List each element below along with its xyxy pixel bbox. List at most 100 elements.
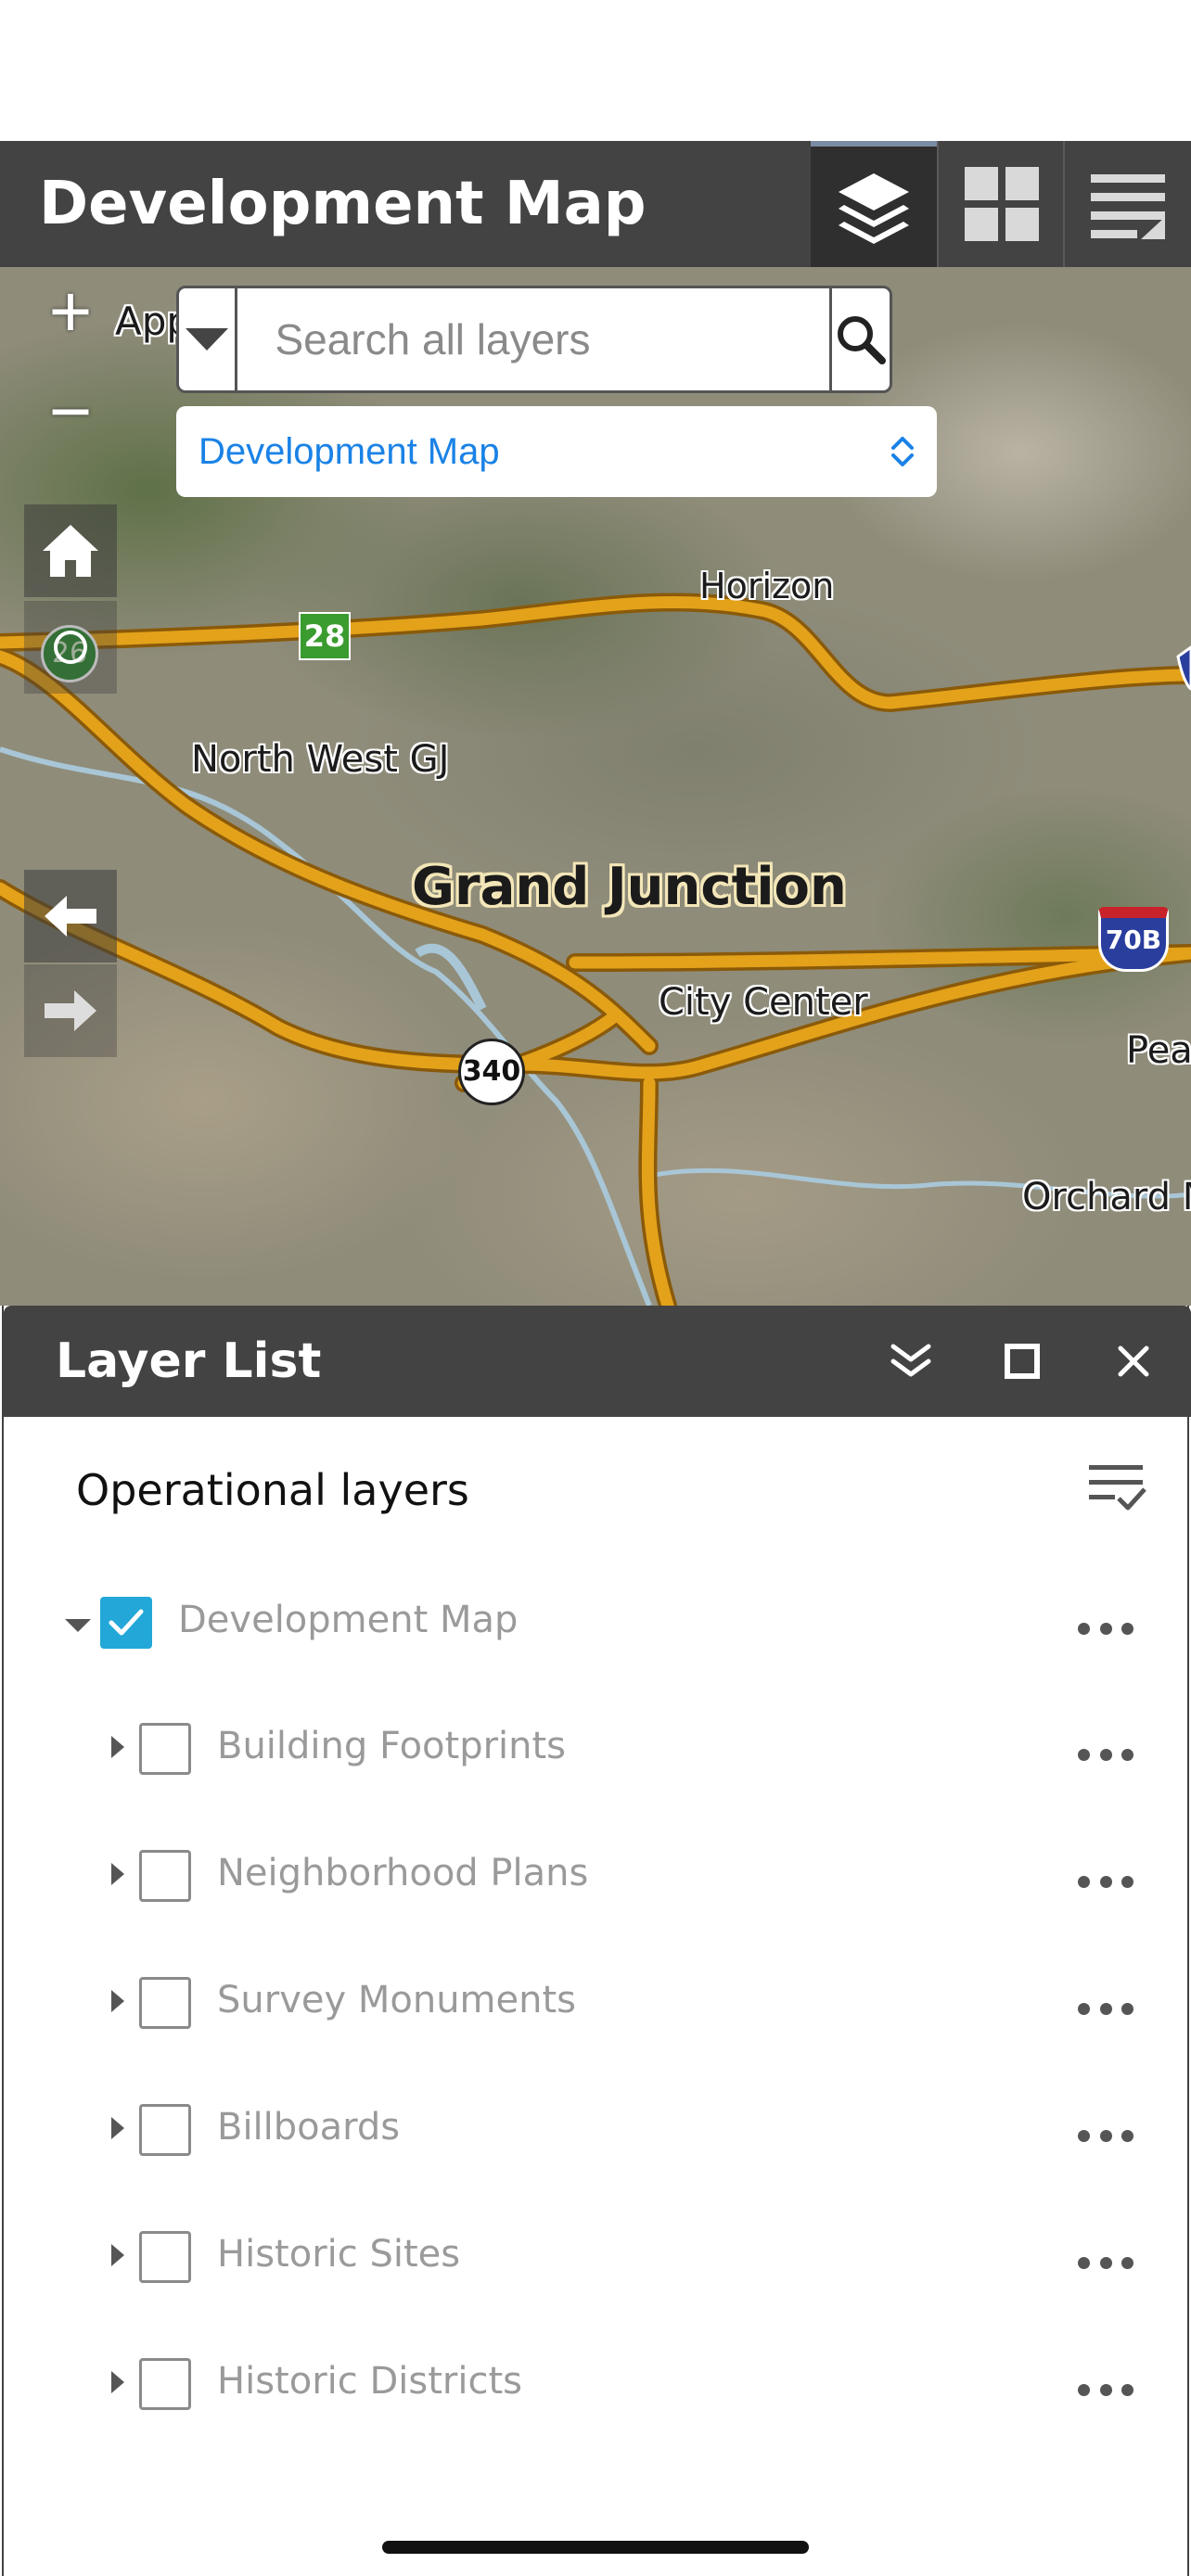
caret-right-icon[interactable]	[111, 1990, 124, 2012]
layer-list-header: Layer List	[4, 1306, 1191, 1417]
layer-more-button[interactable]	[1078, 2126, 1133, 2145]
home-button[interactable]	[24, 504, 117, 597]
layer-row-billboards[interactable]: Billboards	[4, 2087, 1191, 2180]
map-label-pea: Pea	[1126, 1029, 1191, 1072]
layer-label: Historic Districts	[217, 2360, 522, 2403]
more-dot-icon	[1078, 2129, 1090, 2142]
arrow-right-icon	[45, 990, 96, 1031]
caret-right-icon[interactable]	[111, 1863, 124, 1885]
more-dot-icon	[1099, 2383, 1112, 2396]
route-28-shield: 28	[299, 612, 351, 660]
layer-checkbox[interactable]	[139, 2231, 191, 2283]
more-dot-icon	[1121, 2129, 1133, 2142]
layer-row-historic-sites[interactable]: Historic Sites	[4, 2214, 1191, 2307]
checkmark-icon	[109, 1609, 144, 1636]
search-source-dropdown[interactable]	[179, 288, 238, 390]
layer-more-button[interactable]	[1078, 1999, 1133, 2018]
layer-more-button[interactable]	[1078, 1872, 1133, 1891]
zoom-in-button[interactable]: +	[24, 267, 117, 356]
layer-row-historic-districts[interactable]: Historic Districts	[4, 2341, 1191, 2434]
layer-checkbox[interactable]	[139, 1850, 191, 1902]
map-label-city-center: City Center	[659, 981, 868, 1024]
arrow-left-icon	[45, 896, 96, 937]
menu-button[interactable]	[1065, 141, 1191, 267]
app-title: Development Map	[39, 170, 647, 238]
more-dot-icon	[1078, 1748, 1090, 1761]
layer-options-button[interactable]	[1085, 1454, 1150, 1519]
more-dot-icon	[1121, 1875, 1133, 1888]
layer-checkbox[interactable]	[139, 1977, 191, 2029]
plus-icon: +	[48, 270, 93, 352]
menu-icon	[1091, 174, 1165, 239]
minus-icon: −	[48, 370, 93, 453]
layer-checkbox[interactable]	[139, 2358, 191, 2410]
map-label-orchard: Orchard M	[1022, 1176, 1191, 1218]
route-70b-shield: 70B	[1098, 907, 1169, 972]
maximize-icon	[1005, 1344, 1040, 1379]
more-dot-icon	[1099, 1622, 1112, 1635]
layer-checkbox[interactable]	[100, 1597, 152, 1649]
layer-more-button[interactable]	[1078, 1745, 1133, 1764]
caret-right-icon[interactable]	[111, 2371, 124, 2393]
more-dot-icon	[1121, 2383, 1133, 2396]
caret-right-icon[interactable]	[111, 1736, 124, 1758]
double-chevron-down-icon	[890, 1344, 931, 1377]
layer-list-title: Layer List	[56, 1333, 322, 1389]
grid-button[interactable]	[939, 141, 1065, 267]
caret-down-icon	[186, 328, 229, 351]
search-icon	[838, 316, 887, 364]
map-selector[interactable]: Development Map	[176, 406, 937, 497]
list-check-icon	[1089, 1465, 1146, 1511]
app-header: Development Map	[0, 141, 1191, 267]
layer-label: Billboards	[217, 2106, 401, 2149]
more-dot-icon	[1078, 1622, 1090, 1635]
maximize-panel-button[interactable]	[994, 1333, 1050, 1389]
search-widget	[176, 286, 892, 393]
layer-row-survey-monuments[interactable]: Survey Monuments	[4, 1960, 1191, 2053]
search-input[interactable]	[237, 288, 830, 390]
search-button[interactable]	[829, 288, 890, 390]
layer-list-panel: Layer List Operational layers Developmen…	[2, 1306, 1191, 2576]
layers-button[interactable]	[811, 141, 937, 267]
layer-more-button[interactable]	[1078, 2380, 1133, 2399]
layer-checkbox[interactable]	[139, 1723, 191, 1775]
layer-label: Neighborhood Plans	[217, 1852, 589, 1894]
more-dot-icon	[1099, 2002, 1112, 2015]
caret-right-icon[interactable]	[111, 2117, 124, 2139]
layer-label: Historic Sites	[217, 2233, 461, 2276]
collapse-panel-button[interactable]	[883, 1333, 939, 1389]
layer-row-development-map[interactable]: Development Map	[4, 1580, 1191, 1673]
more-dot-icon	[1121, 1748, 1133, 1761]
back-extent-button[interactable]	[24, 870, 117, 963]
more-dot-icon	[1078, 2002, 1090, 2015]
zoom-out-button[interactable]: −	[24, 367, 117, 456]
home-indicator[interactable]	[382, 2541, 809, 2554]
layer-row-neighborhood-plans[interactable]: Neighborhood Plans	[4, 1833, 1191, 1926]
layer-label: Survey Monuments	[217, 1979, 576, 2021]
layer-more-button[interactable]	[1078, 2253, 1133, 2272]
chevron-updown-icon	[891, 437, 914, 466]
operational-layers-title: Operational layers	[76, 1465, 469, 1515]
more-dot-icon	[1099, 2129, 1112, 2142]
more-dot-icon	[1078, 2256, 1090, 2269]
map-label-grand-junction: Grand Junction	[412, 857, 847, 917]
layer-row-building-footprints[interactable]: Building Footprints	[4, 1706, 1191, 1799]
caret-right-icon[interactable]	[111, 2244, 124, 2266]
more-dot-icon	[1121, 1622, 1133, 1635]
layer-more-button[interactable]	[1078, 1619, 1133, 1638]
map-label-horizon: Horizon	[699, 566, 835, 606]
layers-icon	[839, 173, 909, 244]
map-label-north-west-gj: North West GJ	[191, 738, 450, 781]
locate-icon	[54, 631, 87, 664]
more-dot-icon	[1099, 1875, 1112, 1888]
locate-button[interactable]	[24, 601, 117, 694]
map-view[interactable]: App Horizon North West GJ Grand Junction…	[0, 267, 1191, 1306]
close-panel-button[interactable]	[1106, 1333, 1161, 1389]
forward-extent-button[interactable]	[24, 964, 117, 1057]
more-dot-icon	[1099, 1748, 1112, 1761]
caret-down-icon[interactable]	[65, 1619, 91, 1632]
close-icon	[1118, 1345, 1149, 1377]
layer-checkbox[interactable]	[139, 2104, 191, 2156]
more-dot-icon	[1121, 2002, 1133, 2015]
more-dot-icon	[1099, 2256, 1112, 2269]
